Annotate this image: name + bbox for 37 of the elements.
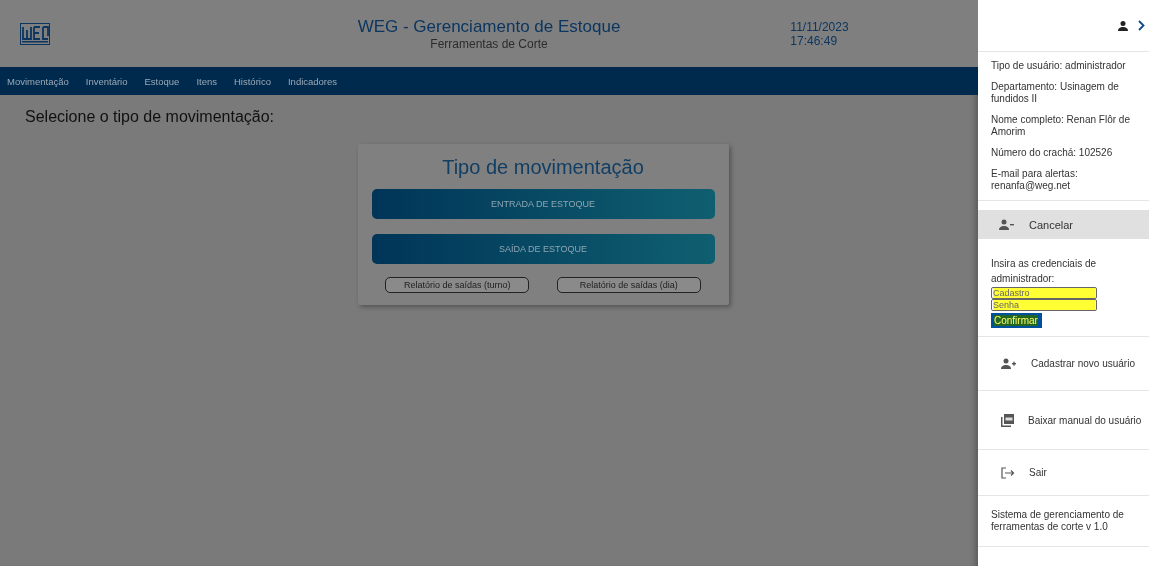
- stock-button[interactable]: ENTRADA DE ESTOQUE: [371, 189, 715, 219]
- confirm-button[interactable]: Confirmar: [991, 313, 1042, 328]
- credentials-prompt: Insira as credenciais de administrador:: [991, 257, 1098, 286]
- user-icon[interactable]: [1117, 19, 1129, 32]
- user-info-text: Tipo de usuário: administrador: [991, 60, 1127, 72]
- user-minus-icon: [999, 219, 1015, 230]
- nav-link[interactable]: Itens: [196, 75, 217, 87]
- menu-item[interactable]: Cadastrar novo usuário: [978, 337, 1149, 391]
- version-text: Sistema de gerenciamento de ferramentas de corte v 1.0: [978, 496, 1149, 547]
- credential-field[interactable]: Senha: [991, 299, 1097, 311]
- stock-button[interactable]: SAÍDA DE ESTOQUE: [371, 234, 715, 264]
- logout-icon: [1001, 466, 1015, 479]
- menu-item[interactable]: Sair: [978, 450, 1149, 496]
- nav-link[interactable]: Indicadores: [287, 75, 338, 87]
- user-plus-icon: [1001, 358, 1017, 369]
- user-info-text: Departamento: Usinagem de fundidos II: [991, 81, 1120, 105]
- credential-field[interactable]: Cadastro: [991, 287, 1097, 299]
- report-button[interactable]: Relatório de saídas (dia): [556, 277, 701, 293]
- report-button[interactable]: Relatório de saídas (turno): [385, 277, 530, 293]
- time-text: 17:46:49: [790, 33, 839, 48]
- cancel-button[interactable]: Cancelar: [978, 210, 1149, 239]
- pdf-icon: [1001, 413, 1014, 427]
- logo-icon: [20, 22, 50, 45]
- chevron-right-icon[interactable]: [1138, 20, 1145, 31]
- app-title: WEG - Gerenciamento de Estoque: [357, 16, 621, 37]
- date-text: 11/11/2023: [790, 19, 849, 34]
- user-info-text: Nome completo: Renan Flôr de Amorim: [991, 114, 1131, 138]
- nav-link[interactable]: Movimentação: [7, 75, 69, 87]
- menu-item[interactable]: Baixar manual do usuário: [978, 391, 1149, 450]
- nav-link[interactable]: Histórico: [234, 75, 271, 87]
- app-subtitle: Ferramentas de Corte: [429, 36, 549, 51]
- user-info-text: Número do crachá: 102526: [991, 147, 1114, 159]
- user-info-text: E-mail para alertas: renanfa@weg.net: [991, 168, 1079, 192]
- page-heading: Selecione o tipo de movimentação:: [25, 108, 276, 126]
- nav-link[interactable]: Inventário: [85, 75, 128, 87]
- nav-link[interactable]: Estoque: [144, 75, 180, 87]
- card-title: Tipo de movimentação: [441, 156, 645, 179]
